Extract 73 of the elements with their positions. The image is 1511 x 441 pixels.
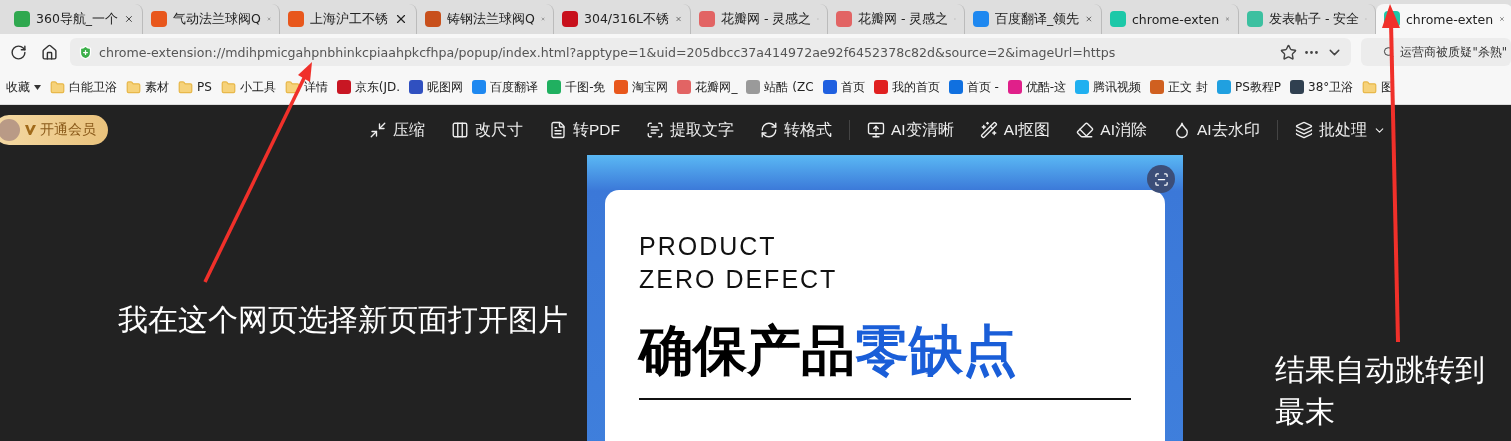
member-button[interactable]: 开通会员: [0, 115, 108, 145]
annotation-text: 我在这个网页选择新页面打开图片: [118, 301, 568, 339]
folder-icon: [220, 79, 236, 95]
headline: 确保产品零缺点: [639, 318, 1018, 384]
bookmark[interactable]: PS: [178, 79, 212, 95]
ocr-button[interactable]: [1147, 165, 1175, 193]
browser-tab[interactable]: chrome-exten: [1376, 4, 1511, 34]
shield-icon: [78, 44, 93, 60]
tool-button[interactable]: AI抠图: [966, 119, 1064, 141]
tool-button[interactable]: AI变清晰: [854, 119, 967, 141]
site-icon: [1110, 11, 1126, 27]
scan-icon: [1153, 171, 1169, 187]
bookmark[interactable]: 我的首页: [873, 78, 940, 96]
folder-icon: [178, 79, 193, 95]
bookmark[interactable]: PS教程P: [1216, 78, 1281, 96]
tool-button[interactable]: 转PDF: [536, 119, 633, 141]
site-icon: [562, 11, 578, 27]
site-icon: [288, 11, 304, 27]
tool-button[interactable]: 批处理: [1281, 119, 1399, 141]
site-icon: [699, 11, 715, 27]
folder-icon: [1362, 79, 1378, 95]
bookmark[interactable]: 首页 -: [948, 78, 999, 96]
compress-icon: [369, 121, 387, 139]
english-title: PRODUCT: [639, 231, 778, 262]
tool-button[interactable]: 提取文字: [633, 119, 747, 141]
avatar: [0, 119, 20, 141]
scan-text-icon: [646, 121, 664, 139]
english-subtitle: ZERO DEFECT: [639, 264, 839, 295]
v-icon: [24, 124, 36, 136]
document-icon: [549, 121, 567, 139]
annotation-text: 结果自动跳转到: [1275, 351, 1485, 389]
bookmark[interactable]: 详情: [284, 78, 328, 96]
bookmark[interactable]: 白能卫浴: [50, 78, 117, 96]
site-icon: [425, 11, 441, 27]
close-icon[interactable]: [394, 12, 408, 26]
bookmark[interactable]: 首页: [822, 78, 865, 96]
bookmark[interactable]: 正文 封: [1150, 78, 1208, 96]
bookmark[interactable]: 花瓣网_: [677, 78, 738, 96]
folder-icon: [126, 79, 141, 95]
caret-icon: [34, 84, 41, 90]
tool-button[interactable]: AI去水印: [1159, 119, 1273, 141]
resize-icon: [451, 121, 469, 139]
site-icon: [14, 11, 30, 27]
bookmark[interactable]: 素材: [126, 78, 169, 96]
annotation-text: 最末: [1275, 393, 1335, 431]
bookmark[interactable]: 小工具: [220, 78, 276, 96]
bookmark[interactable]: 腾讯视频: [1075, 78, 1142, 96]
tool-button[interactable]: 压缩: [356, 119, 438, 141]
tool-button[interactable]: 转格式: [747, 119, 845, 141]
layers-icon: [1294, 121, 1313, 139]
tool-button[interactable]: 改尺寸: [438, 119, 536, 141]
bookmark[interactable]: 优酷-这: [1007, 78, 1067, 96]
site-icon: [151, 11, 167, 27]
bookmark[interactable]: 京东(JD.: [336, 78, 401, 96]
site-icon: [1247, 11, 1263, 27]
address-field[interactable]: chrome-extension://mdihpmicgahpnbhinkcpiaahpkcfhpa/popup/index.html?apptype=1&uid=205dbcc37a414972ae92f6452378c82d&source=2&imageUrl=https: [70, 38, 1351, 66]
convert-icon: [760, 121, 778, 139]
wand-icon: [979, 121, 998, 139]
bookmark[interactable]: 38°卫浴: [1290, 78, 1354, 96]
bookmark[interactable]: 收藏: [6, 78, 41, 96]
folder-icon: [50, 79, 65, 95]
bookmark[interactable]: 淘宝网: [614, 78, 669, 96]
folder-icon: [284, 79, 300, 95]
bookmark[interactable]: 百度翻译: [472, 78, 539, 96]
tool-button[interactable]: AI消除: [1063, 119, 1160, 141]
site-icon: [836, 11, 852, 27]
eraser-icon: [1076, 121, 1095, 139]
bookmark[interactable]: 站酷 (ZC: [746, 78, 814, 96]
bookmark[interactable]: 昵图网: [409, 78, 464, 96]
bookmark[interactable]: 千图-免: [547, 78, 606, 96]
star-icon[interactable]: [1280, 43, 1297, 61]
search-field[interactable]: 运营商被质疑"杀熟": [1361, 38, 1511, 66]
site-icon: [973, 11, 989, 27]
